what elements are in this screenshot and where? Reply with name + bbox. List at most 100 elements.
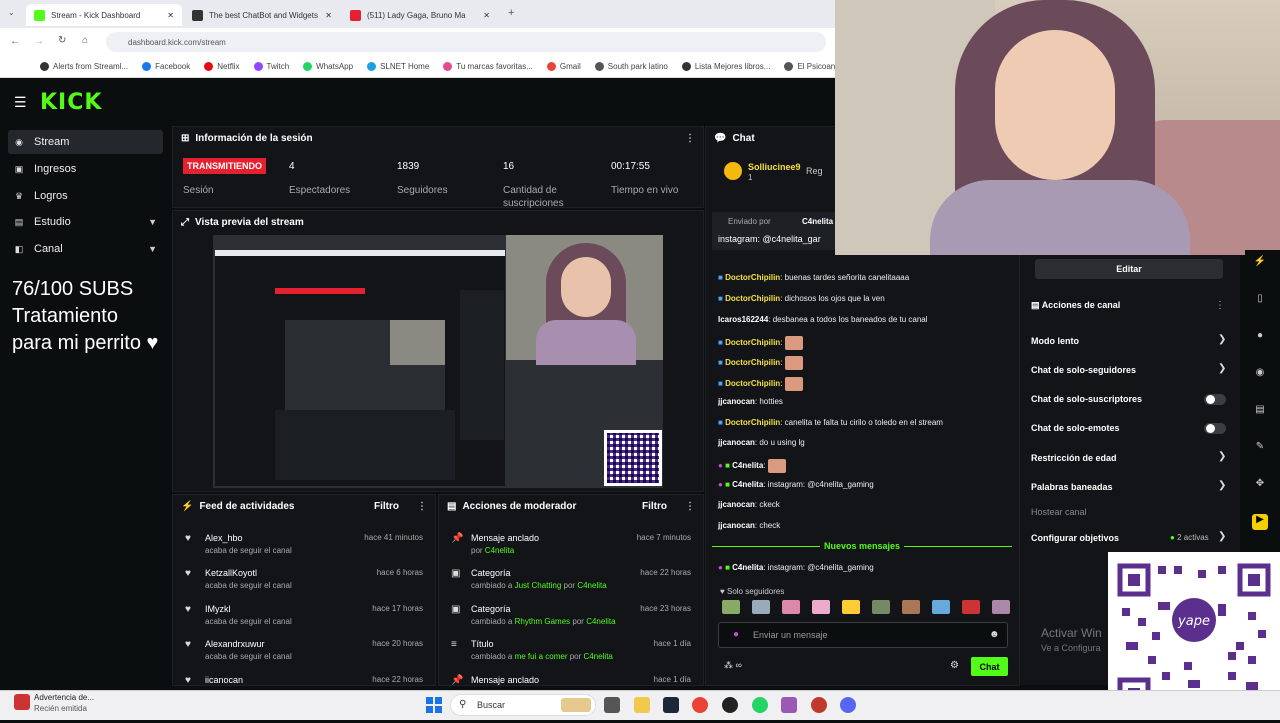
bookmark[interactable]: Gmail [546, 62, 581, 71]
apps-icon[interactable]: ✥ [1252, 478, 1268, 494]
chat-input[interactable]: ● Enviar un mensaje ☻ [718, 622, 1008, 648]
bookmark[interactable]: Facebook [142, 62, 190, 71]
edit-button[interactable]: Editar [1035, 259, 1223, 279]
new-tab-icon[interactable]: + [508, 7, 514, 19]
tab-list-icon[interactable]: ⌄ [8, 8, 15, 17]
option-subscribers-only[interactable]: Chat de solo-suscriptores [1031, 394, 1142, 404]
option-followers-only[interactable]: Chat de solo-seguidores [1031, 365, 1136, 375]
file-explorer-icon[interactable] [634, 697, 650, 713]
url-field[interactable]: dashboard.kick.com/stream [106, 32, 826, 52]
close-icon[interactable]: ✕ [483, 11, 490, 20]
chat-username[interactable]: jjcanocan [718, 438, 755, 447]
activity-user[interactable]: KetzallKoyotl [205, 568, 257, 578]
mod-category-link[interactable]: Rhythm Games [515, 617, 571, 626]
task-view-icon[interactable] [604, 697, 620, 713]
tab-chatbot[interactable]: The best ChatBot and Widgets ✕ [184, 4, 340, 26]
more-icon[interactable]: ⋮ [685, 501, 695, 512]
app-icon[interactable] [781, 697, 797, 713]
chat-username[interactable]: DoctorChipilin [725, 418, 780, 427]
chat-username[interactable]: DoctorChipilin [725, 358, 780, 367]
tab-youtube[interactable]: (511) Lady Gaga, Bruno Ma ✕ [342, 4, 498, 26]
option-goals[interactable]: Configurar objetivos [1031, 533, 1119, 543]
sidebar-item-ingresos[interactable]: ▣ Ingresos [8, 157, 163, 181]
bookmark[interactable]: SLNET Home [367, 62, 429, 71]
emote-icon[interactable] [962, 600, 980, 614]
chevron-right-icon[interactable]: ❯ [1218, 451, 1226, 462]
home-icon[interactable]: ⌂ [82, 35, 88, 46]
option-banned-words[interactable]: Palabras baneadas [1031, 482, 1113, 492]
emote-icon[interactable] [812, 600, 830, 614]
close-icon[interactable]: ✕ [325, 11, 332, 20]
chat-username[interactable]: DoctorChipilin [725, 379, 780, 388]
bolt-icon[interactable]: ⚡ [1252, 256, 1268, 272]
mic-icon[interactable]: ● [733, 629, 739, 640]
sidebar-item-stream[interactable]: ◉ Stream [8, 130, 163, 154]
send-chat-button[interactable]: Chat [971, 657, 1008, 676]
activity-user[interactable]: IMyzkl [205, 604, 231, 614]
menu-icon[interactable]: ☰ [14, 94, 27, 111]
sidebar-item-canal[interactable]: ◧ Canal ▼ [8, 237, 163, 261]
more-icon[interactable]: ⋮ [1215, 300, 1225, 311]
chat-username[interactable]: jjcanocan [718, 397, 755, 406]
whatsapp-icon[interactable] [752, 697, 768, 713]
chevron-right-icon[interactable]: ❯ [1218, 480, 1226, 491]
points-display[interactable]: ⁂ ∞ [724, 660, 742, 671]
top-user[interactable]: Solliucinee9 [748, 162, 801, 172]
chat-username[interactable]: Icaros162244 [718, 315, 768, 324]
emote-icon[interactable] [782, 600, 800, 614]
more-icon[interactable]: ⋮ [685, 133, 695, 144]
chat-username[interactable]: DoctorChipilin [725, 294, 780, 303]
app-icon[interactable] [811, 697, 827, 713]
steam-icon[interactable] [663, 697, 679, 713]
emote-icon[interactable] [902, 600, 920, 614]
bookmark[interactable]: Alerts from Streaml... [40, 62, 128, 71]
mod-title-link[interactable]: me fui a comer [515, 652, 568, 661]
forward-icon[interactable]: → [34, 36, 44, 47]
emotes-only-toggle[interactable] [1204, 423, 1226, 434]
mod-user-link[interactable]: C4nelita [577, 581, 606, 590]
chat-username[interactable]: C4nelita [732, 480, 763, 489]
emote-icon[interactable] [872, 600, 890, 614]
filter-button[interactable]: Filtro [642, 501, 667, 512]
tab-kick-dashboard[interactable]: Stream - Kick Dashboard ✕ [26, 4, 182, 26]
mod-user-link[interactable]: C4nelita [485, 546, 514, 555]
mod-user-link[interactable]: C4nelita [584, 652, 613, 661]
chevron-right-icon[interactable]: ❯ [1218, 531, 1226, 542]
chat-username[interactable]: C4nelita [732, 563, 763, 572]
emote-icon[interactable] [722, 600, 740, 614]
tool-icon[interactable]: ✎ [1252, 441, 1268, 457]
emote-icon[interactable] [992, 600, 1010, 614]
sidebar-item-logros[interactable]: ♛ Logros [8, 184, 163, 208]
taskbar-search[interactable]: ⚲ Buscar [450, 694, 596, 716]
activity-user[interactable]: Alexandrxuwur [205, 639, 265, 649]
more-icon[interactable]: ⋮ [417, 501, 427, 512]
kick-logo[interactable]: KICK [40, 90, 102, 115]
gear-icon[interactable]: ⚙ [950, 660, 959, 671]
emote-icon[interactable] [932, 600, 950, 614]
notification-title[interactable]: Advertencia de... [34, 693, 94, 702]
emoji-icon[interactable]: ☻ [989, 629, 1000, 640]
back-icon[interactable]: ← [10, 36, 20, 47]
mod-user-link[interactable]: C4nelita [586, 617, 615, 626]
reload-icon[interactable]: ↻ [58, 35, 66, 46]
filter-button[interactable]: Filtro [374, 501, 399, 512]
emote-icon[interactable] [752, 600, 770, 614]
chat-username[interactable]: jjcanocan [718, 500, 755, 509]
chat-username[interactable]: DoctorChipilin [725, 273, 780, 282]
sidebar-item-estudio[interactable]: ▤ Estudio ▼ [8, 210, 163, 234]
clip-icon[interactable]: ▶ [1252, 514, 1268, 530]
bookmark[interactable]: Twitch [253, 62, 289, 71]
chevron-right-icon[interactable]: ❯ [1218, 334, 1226, 345]
subscribers-only-toggle[interactable] [1204, 394, 1226, 405]
chat-username[interactable]: jjcanocan [718, 521, 755, 530]
document-icon[interactable]: ▯ [1252, 293, 1268, 309]
chevron-right-icon[interactable]: ❯ [1218, 363, 1226, 374]
chat-icon[interactable]: ● [1252, 330, 1268, 346]
bookmark[interactable]: El Psicoana... [784, 62, 835, 71]
option-host-channel[interactable]: Hostear canal [1031, 507, 1087, 517]
chat-username[interactable]: C4nelita [732, 461, 763, 470]
list-icon[interactable]: ▤ [1252, 404, 1268, 420]
activity-user[interactable]: Alex_hbo [205, 533, 243, 543]
bookmark[interactable]: WhatsApp [303, 62, 353, 71]
close-icon[interactable]: ✕ [167, 11, 174, 20]
